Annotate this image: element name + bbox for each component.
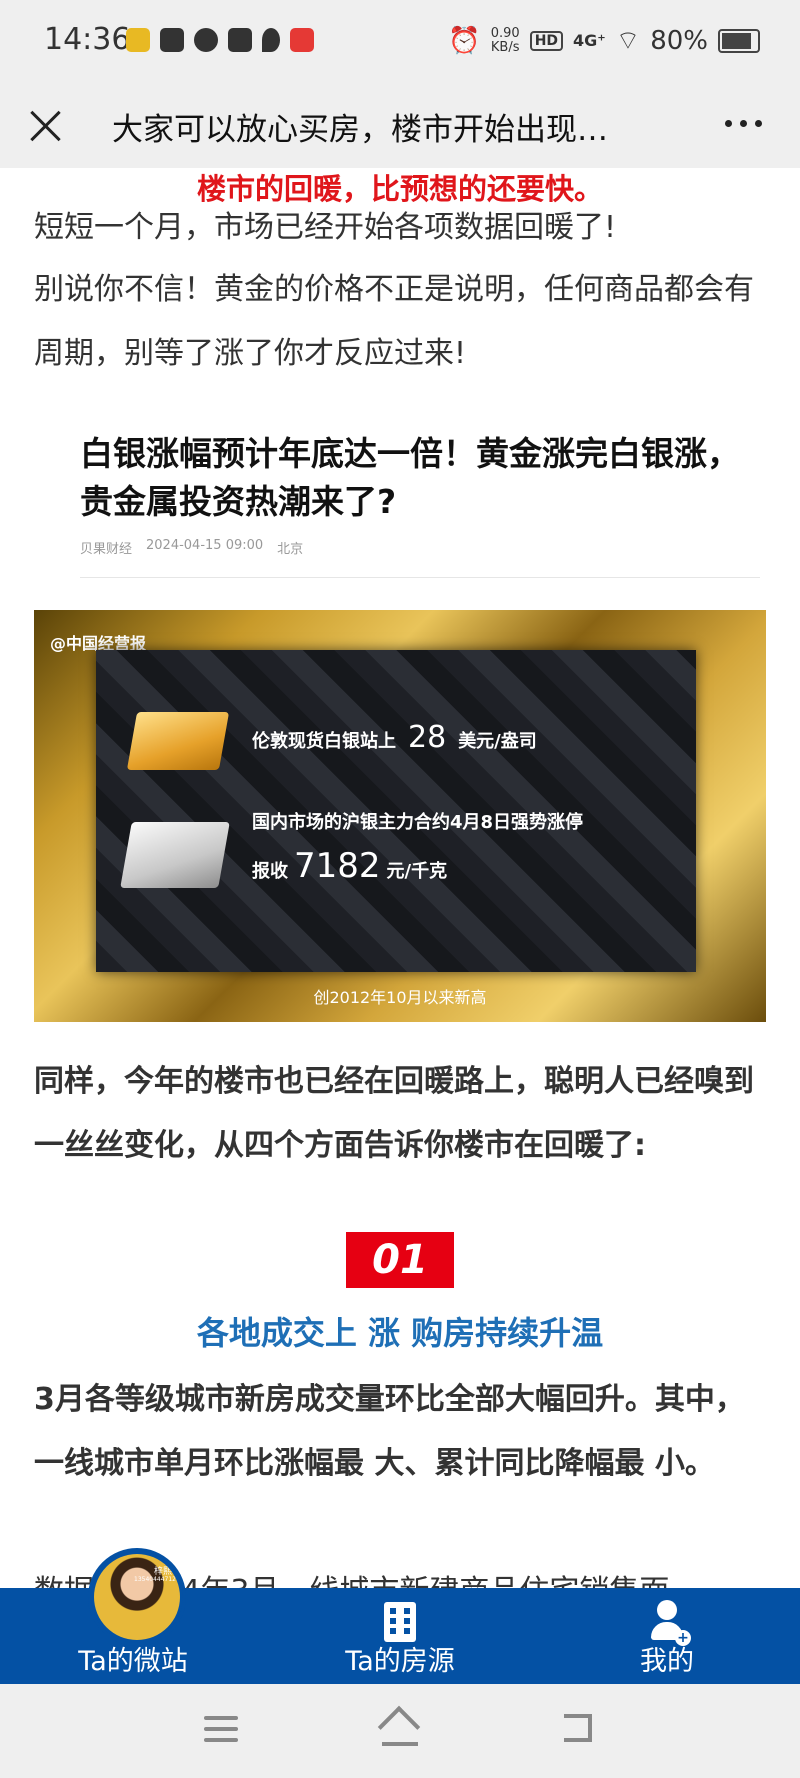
shanghai-silver-line: 国内市场的沪银主力合约4月8日强势涨停 [252, 812, 584, 833]
close-icon[interactable] [26, 106, 66, 146]
section-title: 各地成交上 涨 购房持续升温 [196, 1314, 604, 1352]
tab-listings-label: Ta的房源 [345, 1646, 455, 1677]
app-notification-icon [126, 28, 150, 52]
news-meta: 贝果财经 2024-04-15 09:00 北京 [80, 538, 760, 557]
system-nav-bar [0, 1684, 800, 1778]
paragraph-2: 别说你不信！黄金的价格不正是说明，任何商品都会有周期，别等了涨了你才反应过来! [34, 272, 754, 371]
battery-icon [718, 28, 760, 53]
user-add-icon: + [649, 1600, 691, 1646]
hd-icon: HD [529, 30, 564, 51]
london-silver-prefix: 伦敦现货白银站上 [252, 731, 396, 752]
section-number-badge: 01 [346, 1232, 454, 1288]
app-notification-icon [160, 28, 184, 52]
news-location: 北京 [277, 542, 304, 557]
menu-icon[interactable] [204, 1716, 238, 1742]
building-icon [384, 1602, 416, 1642]
signal-icon: 4G⁺ [573, 31, 606, 50]
silver-bar-icon [120, 822, 230, 888]
divider [80, 577, 760, 578]
app-notification-icon [290, 28, 314, 52]
top-nav-bar: 大家可以放心买房，楼市开始出现… [0, 84, 800, 168]
tab-mine-label: 我的 [640, 1646, 694, 1677]
close-price-unit: 元/千克 [386, 861, 448, 882]
home-icon[interactable] [377, 1705, 421, 1749]
news-source: 贝果财经 [80, 542, 133, 557]
net-speed-value: 0.90 [490, 25, 520, 41]
gold-bar-icon [126, 712, 230, 770]
agent-phone: 13540444712 [134, 1576, 176, 1583]
london-silver-line: 伦敦现货白银站上 28 美元/盎司 [252, 720, 537, 755]
location-icon [262, 28, 280, 52]
close-price-value: 7182 [294, 846, 381, 886]
notification-icons [126, 28, 314, 52]
image-caption: 创2012年10月以来新高 [313, 988, 487, 1007]
news-screenshot: 白银涨幅预计年底达一倍！黄金涨完白银涨，贵金属投资热潮来了? 贝果财经 2024… [80, 430, 760, 578]
agent-avatar-image: 梓熙 13540444712 [94, 1554, 180, 1640]
news-date: 2024-04-15 09:00 [146, 538, 264, 553]
tab-listings[interactable]: Ta的房源 [266, 1588, 534, 1684]
app-notification-icon [228, 28, 252, 52]
wifi-icon: ⌔ [615, 26, 641, 56]
london-silver-value: 28 [408, 720, 447, 755]
battery-text: 80% [650, 25, 708, 56]
more-options-icon[interactable] [725, 120, 762, 127]
london-silver-unit: 美元/盎司 [458, 731, 537, 752]
article-content[interactable]: 楼市的回暖，比预想的还要快。 短短一个月，市场已经开始各项数据回暖了! 别说你不… [0, 168, 800, 1588]
tab-mine[interactable]: + 我的 [534, 1588, 800, 1684]
status-right: ⏰ 0.90 KB/s HD 4G⁺ ⌔ 80% [448, 24, 760, 57]
agent-avatar[interactable]: 梓熙 13540444712 [88, 1548, 186, 1646]
alarm-icon: ⏰ [448, 25, 481, 56]
net-speed: 0.90 KB/s [490, 25, 520, 55]
image-panel: 伦敦现货白银站上 28 美元/盎司 国内市场的沪银主力合约4月8日强势涨停 报收 71… [96, 650, 696, 972]
news-title: 白银涨幅预计年底达一倍！黄金涨完白银涨，贵金属投资热潮来了? [80, 434, 740, 521]
close-price-prefix: 报收 [252, 861, 288, 882]
silver-price-image[interactable]: @中国经营报 伦敦现货白银站上 28 美元/盎司 国内市场的沪银主力合约4月8日强势… [34, 610, 766, 1022]
paragraph-4: 3月各等级城市新房成交量环比全部大幅回升。其中，一线城市单月环比涨幅最 大、累计… [34, 1382, 745, 1481]
back-icon[interactable] [560, 1714, 594, 1744]
app-notification-icon [194, 28, 218, 52]
close-price-line: 报收 7182 元/千克 [252, 846, 447, 886]
net-speed-unit: KB/s [490, 39, 520, 55]
page-title: 大家可以放心买房，楼市开始出现… [112, 112, 608, 148]
paragraph-3: 同样，今年的楼市也已经在回暖路上，聪明人已经嗅到一丝丝变化，从四个方面告诉你楼市… [34, 1064, 754, 1163]
status-time: 14:36 [44, 22, 131, 57]
paragraph-1: 短短一个月，市场已经开始各项数据回暖了! [34, 210, 617, 245]
status-bar: 14:36 ⏰ 0.90 KB/s HD 4G⁺ ⌔ 80% [0, 0, 800, 84]
